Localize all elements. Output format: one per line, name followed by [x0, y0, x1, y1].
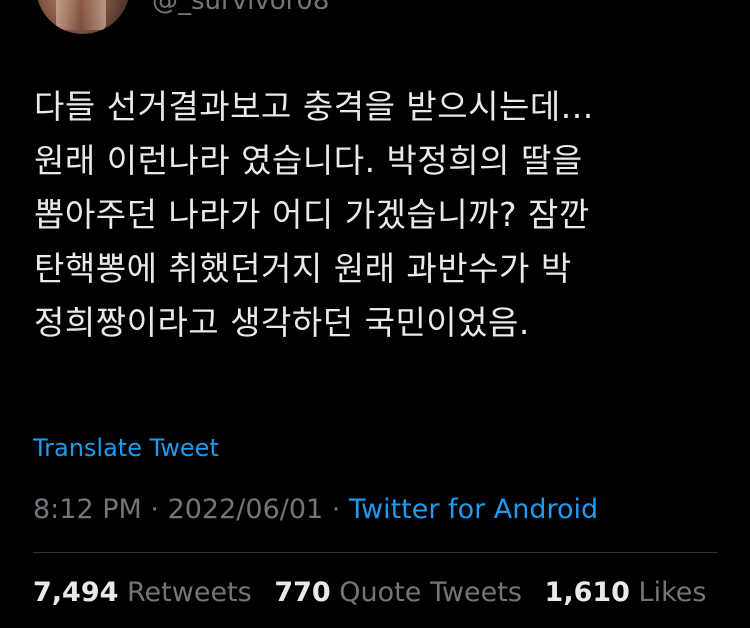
likes-label: Likes: [638, 577, 707, 608]
likes-stat[interactable]: 1,610 Likes: [545, 577, 707, 608]
author-avatar[interactable]: [36, 0, 130, 34]
meta-separator: ·: [331, 494, 341, 525]
engagement-stats: 7,494 Retweets 770 Quote Tweets 1,610 Li…: [33, 577, 720, 608]
retweets-stat[interactable]: 7,494 Retweets: [33, 577, 252, 608]
likes-count: 1,610: [544, 577, 630, 608]
translate-tweet-link[interactable]: Translate Tweet: [33, 434, 219, 462]
tweet-text-line: 다들 선거결과보고 충격을 받으시는데...: [34, 87, 594, 126]
quote-tweets-stat[interactable]: 770 Quote Tweets: [274, 577, 522, 608]
quote-tweets-label: Quote Tweets: [339, 577, 522, 608]
tweet-source-link[interactable]: Twitter for Android: [349, 494, 598, 525]
tweet-text-line: 탄핵뽕에 취했던거지 원래 과반수가 박: [34, 249, 572, 288]
divider: [33, 552, 718, 553]
tweet-text-line: 정희짱이라고 생각하던 국민이었음.: [34, 303, 530, 342]
tweet-text-line: 뽑아주던 나라가 어디 가겠습니까? 잠깐: [34, 195, 590, 234]
author-handle[interactable]: @_survivor08: [152, 0, 329, 16]
meta-separator: ·: [150, 494, 159, 525]
retweets-label: Retweets: [127, 577, 252, 608]
tweet-text: 다들 선거결과보고 충격을 받으시는데... 원래 이런나라 였습니다. 박정희…: [34, 80, 724, 350]
retweets-count: 7,494: [33, 577, 119, 608]
tweet-date[interactable]: 2022/06/01: [168, 494, 324, 525]
tweet-meta: 8:12 PM · 2022/06/01 · Twitter for Andro…: [33, 494, 598, 525]
quote-tweets-count: 770: [274, 577, 331, 608]
tweet-time[interactable]: 8:12 PM: [33, 494, 142, 525]
tweet-text-line: 원래 이런나라 였습니다. 박정희의 딸을: [34, 141, 583, 180]
